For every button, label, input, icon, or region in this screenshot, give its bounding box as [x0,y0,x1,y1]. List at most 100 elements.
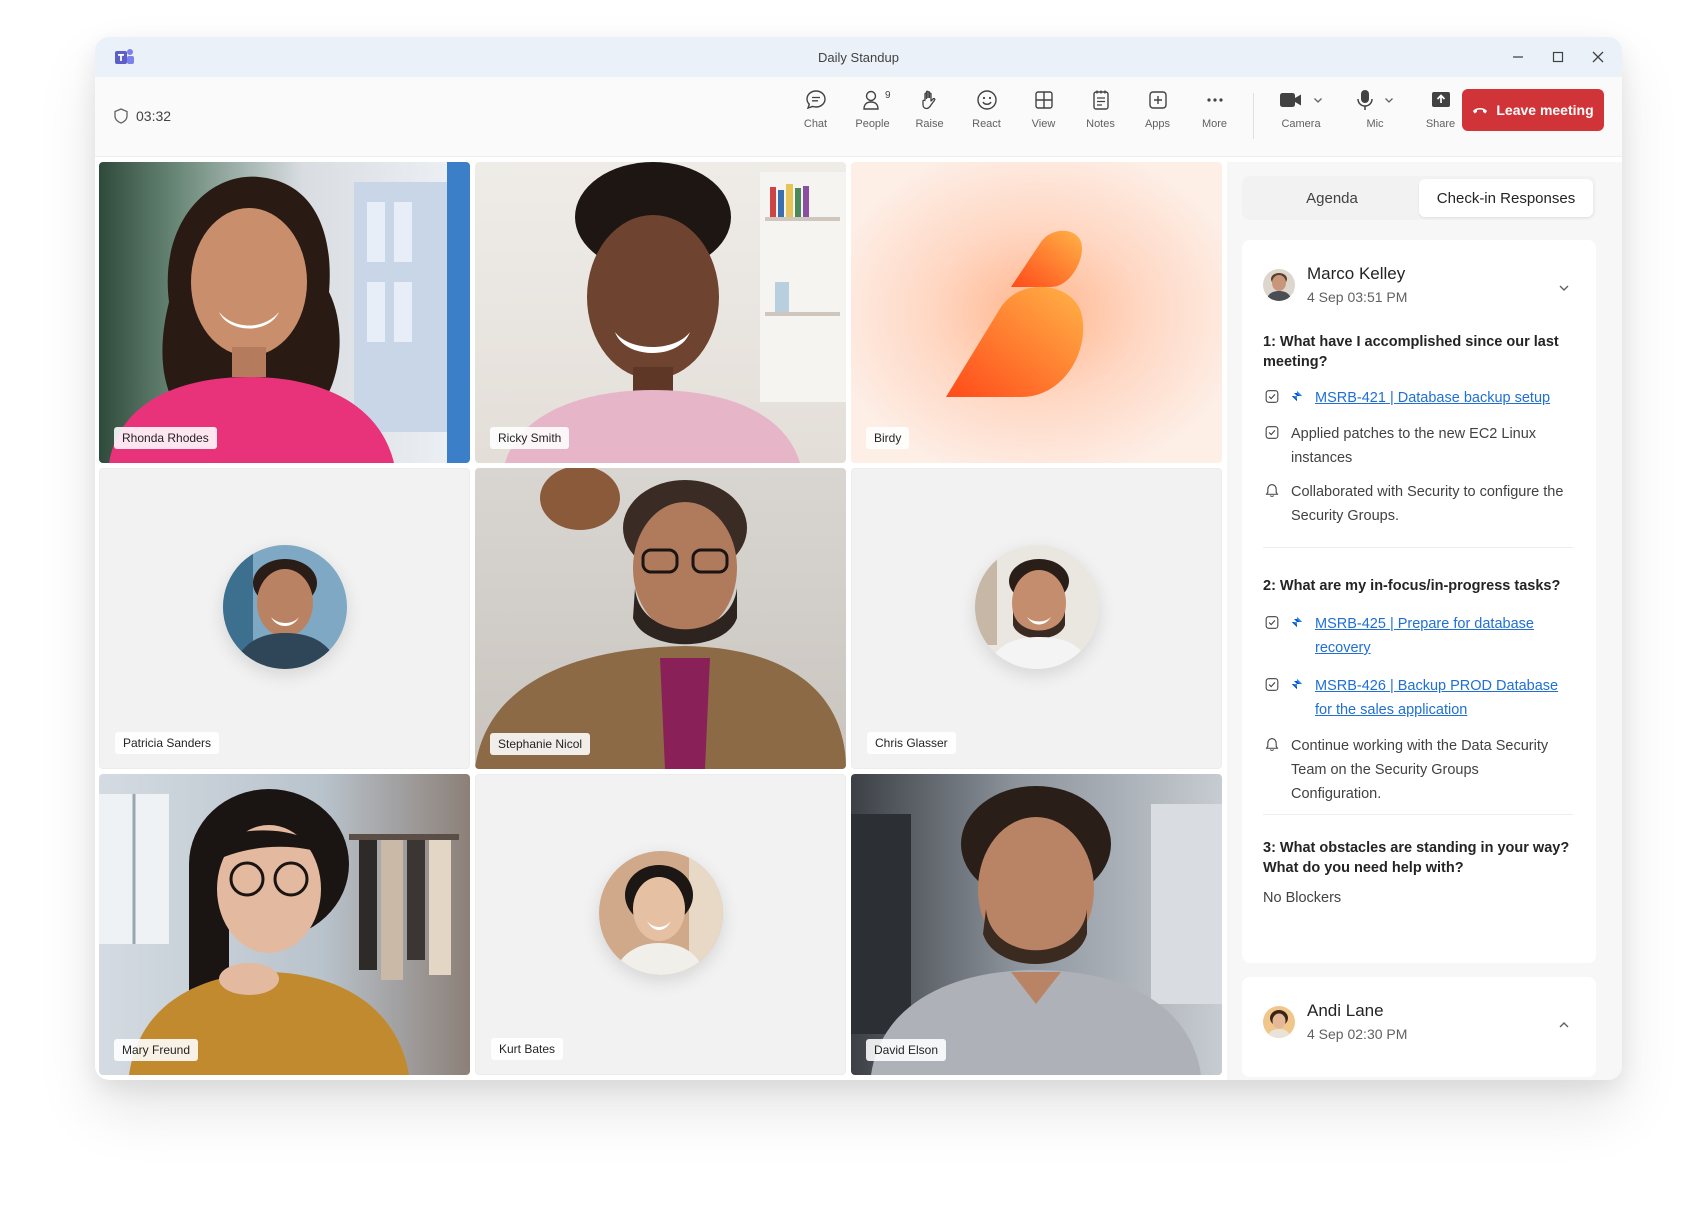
participant-name: Chris Glasser [867,732,956,754]
author-name: Andi Lane [1307,1001,1384,1020]
bell-icon [1265,738,1279,751]
toolbar-actions: Chat 9 People Raise React View Notes App… [787,87,1469,139]
list-item: MSRB-426 | Backup PROD Database for the … [1263,674,1573,722]
chevron-down-icon[interactable] [1313,95,1323,105]
participant-name: Birdy [866,427,910,449]
timer-value: 03:32 [136,108,172,124]
participant-tile[interactable]: Stephanie Nicol [475,468,846,769]
minimize-icon[interactable] [1510,49,1526,65]
toolbar-separator [1253,93,1254,139]
participant-tile[interactable]: Chris Glasser [851,468,1222,769]
response-author: Marco Kelley 4 Sep 03:51 PM [1263,264,1407,305]
chat-button[interactable]: Chat [787,87,844,130]
response-card: Andi Lane 4 Sep 02:30 PM [1242,977,1596,1077]
response-date: 4 Sep 02:30 PM [1307,1026,1408,1042]
avatar [974,544,1099,669]
share-icon [1431,92,1450,107]
title-bar: Daily Standup [95,37,1622,77]
jira-link[interactable]: MSRB-425 | Prepare for database recovery [1315,612,1573,660]
window-controls [1510,37,1606,77]
jira-icon [1291,390,1303,402]
camera-button[interactable]: Camera [1264,87,1338,130]
view-icon [1034,91,1053,109]
question-3: 3: What obstacles are standing in your w… [1263,840,1570,876]
jira-link[interactable]: MSRB-426 | Backup PROD Database for the … [1315,674,1573,722]
notes-icon [1092,90,1109,110]
divider [1263,814,1573,815]
maximize-icon[interactable] [1550,49,1566,65]
more-button[interactable]: More [1186,87,1243,130]
window-title: Daily Standup [818,49,899,65]
meeting-window: Daily Standup 03:32 Chat 9 People Raise [95,37,1622,1080]
participant-tile[interactable]: Birdy [851,162,1222,463]
avatar [1263,1005,1295,1038]
question-1: 1: What have I accomplished since our la… [1263,334,1559,370]
phone-hangup-icon [1473,108,1488,114]
people-icon [862,90,879,110]
shield-icon [114,108,128,124]
react-button[interactable]: React [958,87,1015,130]
meeting-toolbar: 03:32 Chat 9 People Raise React View Not… [95,77,1622,157]
tab-agenda[interactable]: Agenda [1245,179,1419,217]
view-button[interactable]: View [1015,87,1072,130]
checkbox-icon [1265,390,1279,403]
participant-name: Patricia Sanders [115,732,220,754]
react-icon [976,90,997,110]
avatar [598,850,723,975]
jira-link[interactable]: MSRB-421 | Database backup setup [1315,386,1550,410]
participant-video [475,468,846,769]
chevron-down-icon[interactable] [1384,95,1394,105]
side-panel: Agenda Check-in Responses Marco Kelley 4… [1227,162,1622,1080]
participant-tile[interactable]: Patricia Sanders [99,468,470,769]
participant-name: Stephanie Nicol [490,733,591,755]
list-item: Applied patches to the new EC2 Linux ins… [1263,422,1573,470]
mic-icon [1357,90,1373,110]
participant-video [109,162,470,463]
people-count: 9 [884,90,891,101]
chevron-down-icon[interactable] [1558,282,1570,294]
participant-tile[interactable]: Ricky Smith [475,162,846,463]
video-grid: Rhonda Rhodes Ricky Smith Birdy Patricia… [99,162,1224,1075]
checkbox-icon [1265,678,1279,691]
chat-icon [805,90,826,110]
tab-check-in-responses[interactable]: Check-in Responses [1419,179,1593,217]
bell-icon [1265,484,1279,497]
avatar [1263,268,1295,301]
response-author[interactable]: Andi Lane 4 Sep 02:30 PM [1263,1001,1407,1042]
participant-name: David Elson [866,1039,947,1061]
camera-icon [1280,93,1301,107]
participant-tile[interactable]: David Elson [851,774,1222,1075]
jira-icon [1291,616,1303,628]
app-logo-icon [115,49,134,64]
response-date: 4 Sep 03:51 PM [1307,289,1408,305]
apps-button[interactable]: Apps [1129,87,1186,130]
chevron-up-icon[interactable] [1558,1019,1570,1031]
notes-button[interactable]: Notes [1072,87,1129,130]
participant-video [99,789,459,1075]
author-name: Marco Kelley [1307,264,1406,283]
divider [1263,547,1573,548]
list-item: MSRB-421 | Database backup setup [1263,386,1573,410]
close-icon[interactable] [1590,49,1606,65]
meeting-timer: 03:32 [114,108,171,124]
people-button[interactable]: 9 People [844,87,901,130]
participant-name: Ricky Smith [490,427,570,449]
participant-video [851,786,1222,1075]
list-item: Collaborated with Security to configure … [1263,480,1573,528]
apps-icon [1148,91,1167,109]
raise-hand-icon [921,90,935,110]
checkbox-icon [1265,426,1279,439]
birdy-logo-icon [946,230,1084,397]
share-button[interactable]: Share [1412,87,1469,130]
raise-hand-button[interactable]: Raise [901,87,958,130]
leave-meeting-button[interactable]: Leave meeting [1462,89,1604,131]
avatar [222,544,347,669]
panel-tabs: Agenda Check-in Responses [1242,176,1596,220]
participant-tile[interactable]: Rhonda Rhodes [99,162,470,463]
mic-button[interactable]: Mic [1338,87,1412,130]
participant-tile[interactable]: Mary Freund [99,774,470,1075]
question-2: 2: What are my in-focus/in-progress task… [1263,578,1561,594]
participant-name: Rhonda Rhodes [114,427,217,449]
participant-tile[interactable]: Kurt Bates [475,774,846,1075]
checkbox-icon [1265,616,1279,629]
